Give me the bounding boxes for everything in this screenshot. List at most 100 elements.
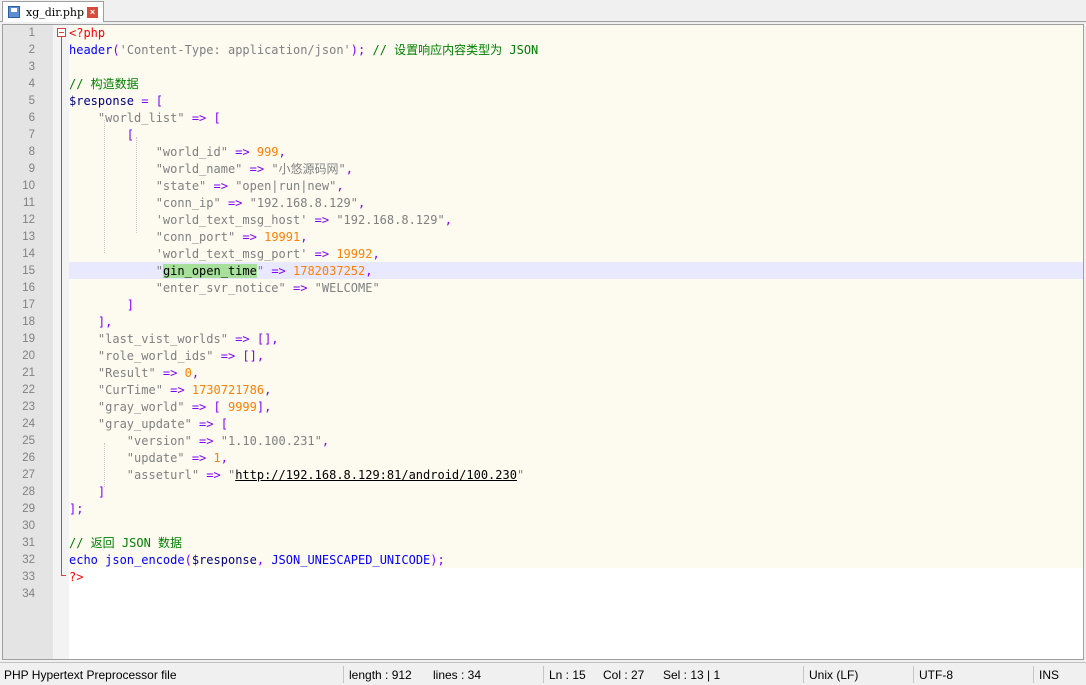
code-token: => [ — [184, 400, 228, 414]
code-line[interactable]: 14 'world_text_msg_port' => 19992, — [3, 246, 1083, 263]
code-line[interactable]: 9 "world_name" => "小悠源码网", — [3, 161, 1083, 178]
code-token: $response — [191, 553, 257, 567]
code-line[interactable]: 10 "state" => "open|run|new", — [3, 178, 1083, 195]
code-line[interactable]: 31 // 返回 JSON 数据 — [3, 535, 1083, 552]
line-number: 20 — [22, 350, 35, 362]
code-line[interactable]: 32 echo json_encode($response, JSON_UNESC… — [3, 552, 1083, 569]
code-line[interactable]: 33 ?> — [3, 569, 1083, 586]
code-token: => — [264, 264, 293, 278]
line-number: 12 — [22, 214, 35, 226]
code-line[interactable]: 29]; — [3, 501, 1083, 518]
code-token: , — [278, 145, 286, 159]
code-token: ); — [350, 43, 373, 57]
code-line[interactable]: 22 "CurTime" => 1730721786, — [3, 382, 1083, 399]
code-line[interactable]: 5 $response = [ — [3, 93, 1083, 110]
line-text: "conn_ip" => "192.168.8.129", — [69, 195, 366, 212]
status-encoding[interactable]: UTF-8 — [919, 666, 953, 684]
line-text: header('Content-Type: application/json')… — [69, 42, 538, 59]
code-token: 999 — [256, 145, 279, 159]
status-length: length : 912 — [349, 668, 412, 682]
code-token: => — [155, 366, 185, 380]
code-token: json_encode — [97, 553, 185, 567]
line-text: "state" => "open|run|new", — [69, 178, 344, 195]
code-token: => — [184, 451, 214, 465]
code-line[interactable]: 13 "conn_port" => 19991, — [3, 229, 1083, 246]
code-token: "conn_ip" — [155, 196, 221, 210]
code-line[interactable]: 21 "Result" => 0, — [3, 365, 1083, 382]
code-token: => — [199, 468, 228, 482]
line-number: 4 — [28, 78, 35, 90]
code-line[interactable]: 15 "gin_open_time" => 1782037252, — [3, 263, 1083, 280]
line-text: "CurTime" => 1730721786, — [69, 382, 271, 399]
file-tab[interactable]: xg_dir.php × — [2, 1, 104, 22]
code-token: "1.10.100.231" — [220, 434, 322, 448]
code-line[interactable]: 12 'world_text_msg_host' => "192.168.8.1… — [3, 212, 1083, 229]
code-token: => — [191, 434, 221, 448]
line-text: "conn_port" => 19991, — [69, 229, 308, 246]
code-line[interactable]: 3 — [3, 59, 1083, 76]
line-text: "asseturl" => "http://192.168.8.129:81/a… — [69, 467, 524, 484]
line-text: "role_world_ids" => [], — [69, 348, 264, 365]
line-number: 14 — [22, 248, 35, 260]
code-line[interactable]: 20 "role_world_ids" => [], — [3, 348, 1083, 365]
line-text: "gin_open_time" => 1782037252, — [69, 263, 372, 280]
code-editor[interactable]: 1 <?php 2 header('Content-Type: application… — [2, 24, 1084, 660]
code-token: // 返回 JSON 数据 — [69, 536, 183, 550]
code-token: => — [307, 247, 337, 261]
line-number: 2 — [28, 44, 35, 56]
status-eol[interactable]: Unix (LF) — [809, 666, 858, 684]
line-number: 30 — [22, 520, 35, 532]
code-line[interactable]: 28 ] — [3, 484, 1083, 501]
code-token: 0 — [184, 366, 192, 380]
code-line[interactable]: 25 "version" => "1.10.100.231", — [3, 433, 1083, 450]
code-token: ?> — [69, 570, 84, 584]
code-line[interactable]: 17 ] — [3, 297, 1083, 314]
code-token: , — [300, 230, 308, 244]
code-token: "world_list" — [97, 111, 185, 125]
tab-filename: xg_dir.php — [26, 5, 85, 19]
line-number: 31 — [22, 537, 35, 549]
close-tab-icon[interactable]: × — [87, 6, 99, 18]
line-number: 11 — [23, 197, 35, 209]
code-line[interactable]: 7 [ — [3, 127, 1083, 144]
code-token: "world_name" — [155, 162, 243, 176]
code-token: http://192.168.8.129:81/android/100.230 — [235, 468, 517, 482]
line-number: 9 — [28, 163, 35, 175]
code-token: "小悠源码网" — [271, 162, 346, 176]
line-text: "Result" => 0, — [69, 365, 199, 382]
line-text: echo json_encode($response, JSON_UNESCAP… — [69, 552, 445, 569]
code-token: "192.168.8.129" — [249, 196, 359, 210]
line-text: "version" => "1.10.100.231", — [69, 433, 329, 450]
code-line[interactable]: 4 // 构造数据 — [3, 76, 1083, 93]
code-line[interactable]: 24 "gray_update" => [ — [3, 416, 1083, 433]
code-line[interactable]: 8 "world_id" => 999, — [3, 144, 1083, 161]
status-insert-mode[interactable]: INS — [1039, 666, 1059, 684]
code-line[interactable]: 18 ], — [3, 314, 1083, 331]
code-line[interactable]: 2 header('Content-Type: application/json'… — [3, 42, 1083, 59]
line-text: "last_vist_worlds" => [], — [69, 331, 279, 348]
code-line[interactable]: 11 "conn_ip" => "192.168.8.129", — [3, 195, 1083, 212]
code-line[interactable]: 1 <?php — [3, 25, 1083, 42]
code-token: ], — [256, 400, 272, 414]
code-line[interactable]: 6 "world_list" => [ — [3, 110, 1083, 127]
code-line[interactable]: 34 — [3, 586, 1083, 603]
code-line[interactable]: 26 "update" => 1, — [3, 450, 1083, 467]
code-token: , — [191, 366, 200, 380]
code-token: => [ — [191, 417, 228, 431]
status-divider — [1033, 666, 1034, 683]
code-line[interactable]: 27 "asseturl" => "http://192.168.8.129:8… — [3, 467, 1083, 484]
code-token: => — [227, 145, 257, 159]
code-line[interactable]: 16 "enter_svr_notice" => "WELCOME" — [3, 280, 1083, 297]
code-line[interactable]: 30 — [3, 518, 1083, 535]
code-line[interactable]: 23 "gray_world" => [ 9999], — [3, 399, 1083, 416]
code-line[interactable]: 19 "last_vist_worlds" => [], — [3, 331, 1083, 348]
status-divider — [803, 666, 804, 683]
tab-bar: xg_dir.php × — [0, 0, 1086, 22]
